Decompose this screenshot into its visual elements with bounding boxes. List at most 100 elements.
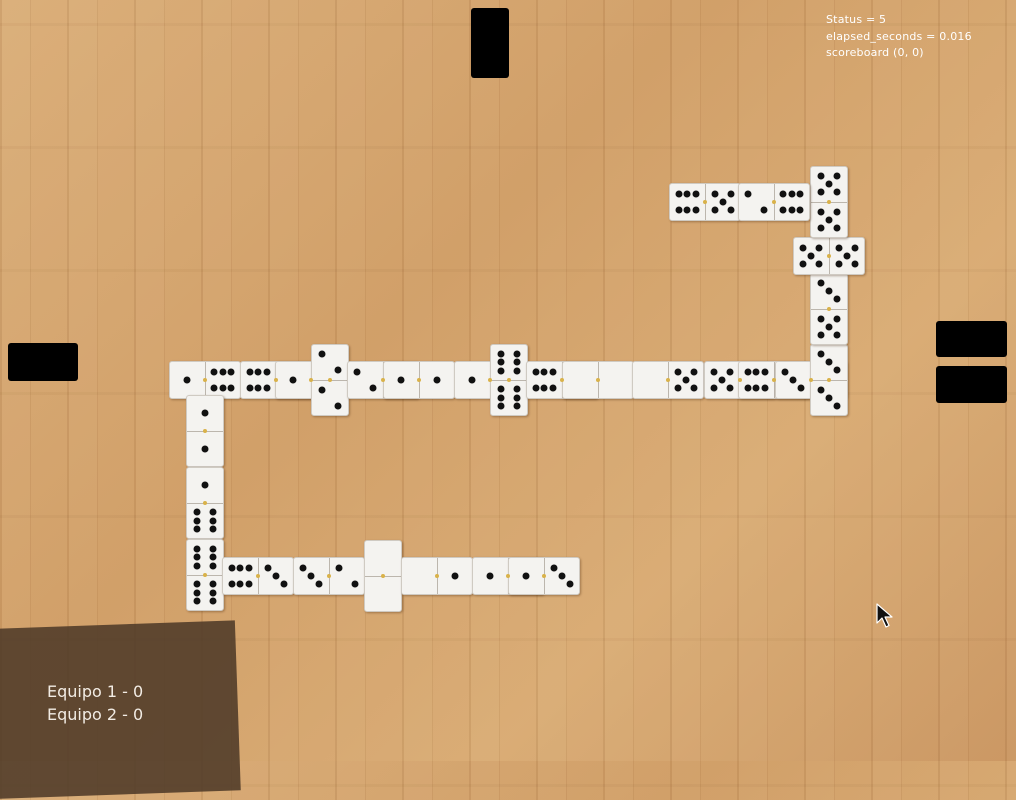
pip — [727, 206, 735, 214]
tile-center-pin — [506, 574, 510, 578]
domino-half — [187, 468, 223, 504]
pip — [817, 224, 825, 232]
pip — [833, 208, 841, 216]
pip — [209, 517, 217, 525]
pip — [227, 368, 235, 376]
pip — [369, 384, 377, 392]
domino-half — [384, 362, 420, 398]
tile-center-pin — [256, 574, 260, 578]
pip — [193, 597, 201, 605]
pip — [236, 580, 244, 588]
domino-half — [811, 167, 847, 203]
pip — [209, 589, 217, 597]
pip — [796, 190, 804, 198]
pip — [851, 244, 859, 252]
pip — [263, 368, 271, 376]
pip — [289, 376, 297, 384]
pip — [779, 190, 787, 198]
domino-half — [259, 558, 294, 594]
domino-half — [794, 238, 830, 274]
tile-center-pin — [596, 378, 600, 382]
pip — [779, 206, 787, 214]
domino-tile-1-1 — [186, 395, 224, 467]
pip — [692, 190, 700, 198]
pip — [210, 368, 218, 376]
pip — [710, 384, 718, 392]
pip — [335, 564, 343, 572]
pip — [497, 385, 505, 393]
pip — [497, 367, 505, 375]
domino-half — [669, 362, 704, 398]
pip — [522, 572, 530, 580]
pip — [690, 384, 698, 392]
tile-center-pin — [827, 307, 831, 311]
pip — [201, 445, 209, 453]
domino-half — [509, 558, 545, 594]
domino-tile-2-6 — [738, 183, 810, 221]
elapsed-seconds-text: elapsed_seconds = 0.016 — [826, 29, 972, 43]
pip — [727, 190, 735, 198]
debug-status-overlay: Status = 5 elapsed_seconds = 0.016 score… — [826, 12, 972, 62]
pip — [815, 260, 823, 268]
pip — [497, 394, 505, 402]
pip — [299, 564, 307, 572]
pip — [833, 224, 841, 232]
pip — [209, 508, 217, 516]
left-opponent-hidden-tile — [8, 343, 78, 381]
pip — [674, 368, 682, 376]
domino-tile-3-3 — [810, 344, 848, 416]
domino-half — [455, 362, 491, 398]
pip — [550, 564, 558, 572]
pip — [209, 580, 217, 588]
pip — [744, 190, 752, 198]
tile-center-pin — [738, 378, 742, 382]
domino-half — [811, 203, 847, 238]
pip — [833, 366, 841, 374]
pip — [825, 287, 833, 295]
domino-half — [775, 184, 810, 220]
domino-half — [223, 558, 259, 594]
domino-half — [830, 238, 865, 274]
tile-center-pin — [560, 378, 564, 382]
pip — [825, 180, 833, 188]
pip — [796, 206, 804, 214]
pip — [193, 508, 201, 516]
pip — [513, 358, 521, 366]
domino-half — [563, 362, 599, 398]
tile-center-pin — [809, 378, 813, 382]
pip — [760, 206, 768, 214]
right-opponent-hidden-tile — [936, 321, 1007, 357]
pip — [752, 384, 760, 392]
domino-half — [811, 310, 847, 345]
pip — [566, 580, 574, 588]
pip — [851, 260, 859, 268]
pip — [744, 368, 752, 376]
pip — [245, 580, 253, 588]
pip — [254, 368, 262, 376]
pip — [817, 386, 825, 394]
pip — [549, 368, 557, 376]
pip — [718, 376, 726, 384]
pip — [513, 394, 521, 402]
pip — [228, 580, 236, 588]
domino-half — [276, 362, 312, 398]
tile-center-pin — [666, 378, 670, 382]
pip — [799, 260, 807, 268]
domino-half — [402, 558, 438, 594]
pip — [817, 350, 825, 358]
pip — [835, 244, 843, 252]
pip — [318, 386, 326, 394]
pip — [549, 384, 557, 392]
pip — [209, 597, 217, 605]
pip — [209, 525, 217, 533]
pip — [513, 402, 521, 410]
pip — [807, 252, 815, 260]
pip — [209, 553, 217, 561]
pip — [193, 580, 201, 588]
top-opponent-hidden-tile — [471, 8, 509, 78]
pip — [263, 384, 271, 392]
pip — [228, 564, 236, 572]
pip — [711, 190, 719, 198]
pip — [193, 517, 201, 525]
domino-half — [187, 396, 223, 432]
